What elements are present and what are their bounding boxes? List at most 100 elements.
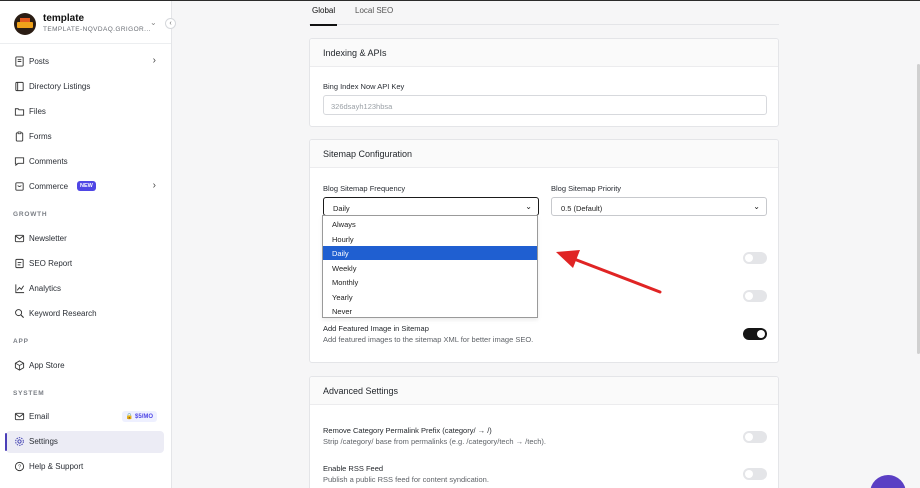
sidebar-item-seo-report[interactable]: SEO Report bbox=[6, 253, 164, 275]
card-title: Advanced Settings bbox=[323, 386, 399, 396]
sidebar-item-newsletter[interactable]: Newsletter bbox=[6, 228, 164, 250]
toggle-knob bbox=[745, 292, 753, 300]
option-label: Daily bbox=[332, 249, 349, 258]
option-label: Yearly bbox=[332, 292, 353, 302]
section-heading-app: APP bbox=[13, 338, 29, 345]
bing-api-key-label: Bing Index Now API Key bbox=[323, 82, 405, 91]
sidebar-item-label: Directory Listings bbox=[29, 82, 91, 91]
gear-icon bbox=[15, 437, 24, 446]
dropdown-option-yearly[interactable]: Yearly bbox=[323, 290, 537, 304]
sidebar-item-analytics[interactable]: Analytics bbox=[6, 278, 164, 300]
sidebar-item-help-support[interactable]: ? Help & Support bbox=[6, 456, 164, 478]
workspace-switcher[interactable]: template TEMPLATE-NQVDAQ.GRIGOR... ⌄ bbox=[14, 12, 164, 36]
sidebar-item-label: Keyword Research bbox=[29, 309, 97, 318]
svg-text:?: ? bbox=[18, 465, 21, 471]
dropdown-option-always[interactable]: Always bbox=[323, 217, 537, 231]
rss-toggle[interactable] bbox=[743, 468, 767, 480]
workspace-name: template bbox=[43, 13, 85, 24]
toggle-knob bbox=[757, 330, 765, 338]
collapse-sidebar-button[interactable]: ‹ bbox=[165, 18, 176, 29]
option-label: Never bbox=[332, 307, 353, 316]
bing-api-key-input[interactable]: 326dsayh123hbsa bbox=[323, 95, 767, 115]
sidebar-item-label: Email bbox=[29, 412, 50, 421]
comment-icon bbox=[14, 157, 25, 167]
sidebar-item-email[interactable]: Email 🔒 $5/MO bbox=[6, 406, 164, 428]
toggle-knob bbox=[745, 470, 753, 478]
chevron-right-icon: › bbox=[152, 55, 156, 66]
sidebar-item-files[interactable]: Files bbox=[6, 101, 164, 123]
featured-image-desc: Add featured images to the sitemap XML f… bbox=[323, 335, 534, 344]
sidebar-item-forms[interactable]: Forms bbox=[6, 126, 164, 148]
advanced-card: Advanced Settings Remove Category Permal… bbox=[309, 376, 779, 488]
dropdown-option-weekly[interactable]: Weekly bbox=[323, 261, 537, 275]
featured-image-title: Add Featured Image in Sitemap bbox=[323, 324, 429, 333]
workspace-logo bbox=[14, 13, 36, 35]
remove-prefix-toggle[interactable] bbox=[743, 431, 767, 443]
folder-icon bbox=[14, 108, 25, 116]
sidebar-item-commerce[interactable]: Commerce NEW › bbox=[6, 176, 164, 198]
report-icon bbox=[15, 258, 24, 269]
clipboard-icon bbox=[15, 131, 24, 142]
price-badge: 🔒 $5/MO bbox=[121, 411, 157, 422]
sidebar-item-label: Files bbox=[29, 107, 46, 116]
sidebar-item-directory-listings[interactable]: Directory Listings bbox=[6, 76, 164, 98]
chevron-down-icon: ⌄ bbox=[525, 202, 532, 211]
sidebar-item-label: Forms bbox=[29, 132, 52, 141]
box-icon bbox=[14, 360, 25, 371]
card-title: Indexing & APIs bbox=[323, 48, 387, 58]
card-title: Sitemap Configuration bbox=[323, 149, 413, 159]
priority-label: Blog Sitemap Priority bbox=[551, 184, 622, 193]
card-header: Advanced Settings bbox=[310, 377, 778, 405]
bing-api-key-value: 326dsayh123hbsa bbox=[331, 102, 393, 111]
rss-title: Enable RSS Feed bbox=[323, 464, 384, 473]
remove-prefix-title: Remove Category Permalink Prefix (catego… bbox=[323, 426, 492, 435]
priority-select[interactable]: 0.5 (Default) ⌄ bbox=[551, 197, 767, 216]
dropdown-option-never[interactable]: Never bbox=[323, 304, 537, 318]
sidebar-item-label: Comments bbox=[29, 157, 68, 166]
help-icon: ? bbox=[14, 461, 25, 472]
rss-desc: Publish a public RSS feed for content sy… bbox=[323, 475, 489, 484]
sidebar-item-settings[interactable]: Settings bbox=[5, 431, 164, 453]
mail-icon bbox=[14, 412, 25, 421]
sidebar: template TEMPLATE-NQVDAQ.GRIGOR... ⌄ ‹ P… bbox=[0, 1, 176, 488]
tab-global[interactable]: Global bbox=[309, 6, 338, 26]
sidebar-item-label: Help & Support bbox=[29, 462, 84, 471]
main-content: Global Local SEO Indexing & APIs Bing In… bbox=[172, 1, 920, 488]
chart-icon bbox=[15, 284, 25, 294]
sitemap-toggle-1[interactable] bbox=[743, 252, 767, 264]
frequency-label: Blog Sitemap Frequency bbox=[323, 184, 406, 193]
chevron-down-icon: ⌄ bbox=[753, 202, 760, 211]
dropdown-option-daily[interactable]: Daily bbox=[323, 246, 537, 260]
cart-icon bbox=[15, 182, 24, 191]
option-label: Monthly bbox=[332, 278, 359, 287]
sidebar-item-label: Settings bbox=[29, 437, 58, 446]
chevron-right-icon: › bbox=[152, 180, 156, 191]
option-label: Always bbox=[332, 220, 356, 229]
frequency-dropdown-list: Always Hourly Daily Weekly Monthly Yearl… bbox=[322, 215, 538, 318]
tab-local-seo[interactable]: Local SEO bbox=[355, 6, 393, 15]
dropdown-option-monthly[interactable]: Monthly bbox=[323, 275, 537, 289]
sidebar-item-comments[interactable]: Comments bbox=[6, 151, 164, 173]
sitemap-toggle-2[interactable] bbox=[743, 290, 767, 302]
frequency-select[interactable]: Daily ⌄ bbox=[323, 197, 539, 216]
toggle-knob bbox=[745, 433, 753, 441]
remove-prefix-desc: Strip /category/ base from permalinks (e… bbox=[323, 437, 547, 446]
sidebar-item-label: Newsletter bbox=[29, 234, 67, 243]
sidebar-item-label: Commerce bbox=[29, 182, 69, 191]
workspace-subtitle: TEMPLATE-NQVDAQ.GRIGOR... bbox=[43, 26, 151, 33]
mail-icon bbox=[14, 234, 25, 243]
option-label: Weekly bbox=[332, 263, 357, 273]
book-icon bbox=[15, 81, 24, 92]
sidebar-item-keyword-research[interactable]: Keyword Research bbox=[6, 303, 164, 325]
sidebar-item-app-store[interactable]: App Store bbox=[6, 355, 164, 377]
divider bbox=[0, 43, 171, 44]
sidebar-item-posts[interactable]: Posts › bbox=[6, 51, 164, 73]
dropdown-option-hourly[interactable]: Hourly bbox=[323, 232, 537, 246]
frequency-select-value: Daily bbox=[333, 203, 350, 213]
featured-image-toggle[interactable] bbox=[743, 328, 767, 340]
indexing-card: Indexing & APIs Bing Index Now API Key 3… bbox=[309, 38, 779, 127]
sidebar-item-label: SEO Report bbox=[29, 259, 73, 268]
option-label: Hourly bbox=[332, 234, 354, 244]
chevron-up-down-icon[interactable]: ⌄ bbox=[150, 18, 158, 27]
posts-icon bbox=[15, 56, 24, 67]
